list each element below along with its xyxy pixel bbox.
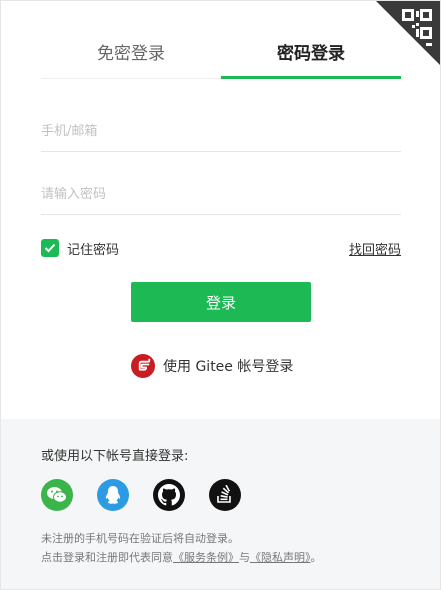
agreement-and: 与 <box>239 551 250 564</box>
remember-row: 记住密码 找回密码 <box>41 237 401 259</box>
stackoverflow-icon <box>217 485 231 503</box>
third-party-title: 或使用以下帐号直接登录: <box>41 449 189 464</box>
tab-password-login[interactable]: 密码登录 <box>221 37 401 79</box>
gitee-login-label: 使用 Gitee 帐号登录 <box>163 359 294 375</box>
terms-notice: 未注册的手机号码在验证后将自动登录。 点击登录和注册即代表同意《服务条例》与《隐… <box>41 529 322 567</box>
agreement-notice: 点击登录和注册即代表同意《服务条例》与《隐私声明》。 <box>41 548 322 567</box>
social-login-list <box>41 479 265 511</box>
agreement-end: 。 <box>310 551 322 564</box>
login-button[interactable]: 登录 <box>131 282 311 322</box>
qq-icon <box>105 486 121 504</box>
github-login-button[interactable] <box>153 479 185 511</box>
phone-email-field <box>41 111 401 152</box>
privacy-policy-link[interactable]: 《隐私声明》 <box>250 551 311 564</box>
forgot-password-link[interactable]: 找回密码 <box>349 239 401 258</box>
qq-login-button[interactable] <box>97 479 129 511</box>
login-panel: 免密登录 密码登录 记住密码 找回密码 登录 使用 Gitee 帐号登录 <box>0 0 441 590</box>
login-tabs: 免密登录 密码登录 <box>41 37 401 79</box>
stackoverflow-login-button[interactable] <box>209 479 241 511</box>
third-party-section: 或使用以下帐号直接登录: 未注册的手机号码在验证后将自动登录。 点击登录和注册即… <box>1 419 440 589</box>
wechat-login-button[interactable] <box>41 479 73 511</box>
gitee-icon <box>131 354 155 378</box>
wechat-icon <box>47 487 67 503</box>
phone-email-input[interactable] <box>41 111 401 151</box>
gitee-login-button[interactable]: 使用 Gitee 帐号登录 <box>131 353 293 379</box>
checkmark-icon[interactable] <box>41 239 59 257</box>
password-field <box>41 174 401 215</box>
github-icon <box>158 484 180 506</box>
remember-password-checkbox[interactable]: 记住密码 <box>41 239 119 258</box>
password-input[interactable] <box>41 174 401 214</box>
remember-password-label: 记住密码 <box>67 242 120 258</box>
tab-passwordless-login[interactable]: 免密登录 <box>41 37 221 78</box>
agreement-prefix: 点击登录和注册即代表同意 <box>41 551 173 564</box>
auto-login-notice: 未注册的手机号码在验证后将自动登录。 <box>41 532 239 545</box>
terms-of-service-link[interactable]: 《服务条例》 <box>173 551 239 564</box>
